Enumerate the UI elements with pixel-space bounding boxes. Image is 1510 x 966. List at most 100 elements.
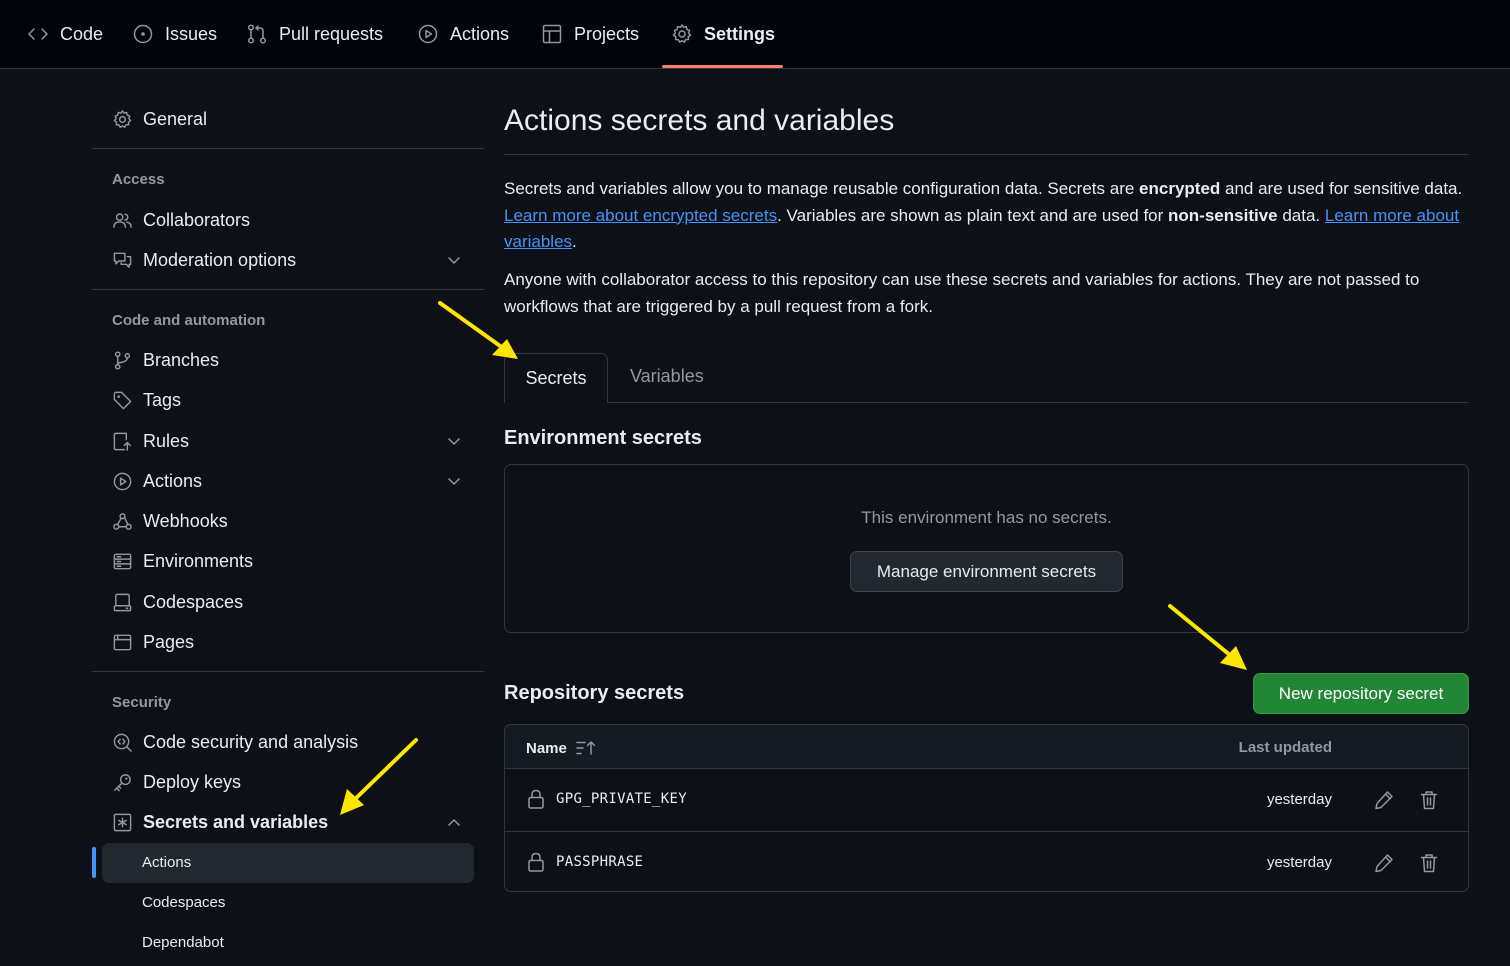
- sidebar-item-moderation-options[interactable]: Moderation options: [112, 246, 296, 274]
- key-asterisk-icon: [113, 813, 132, 831]
- sidebar-subitem-actions[interactable]: Actions: [142, 854, 191, 871]
- secret-name: PASSPHRASE: [556, 854, 644, 870]
- sidebar-section-security: Security: [112, 694, 172, 711]
- sidebar-item-label: Rules: [143, 430, 190, 451]
- lock-icon: [528, 852, 544, 872]
- intro-text: and are used for sensitive data.: [1220, 179, 1463, 198]
- comment-discussion-icon: [113, 252, 132, 268]
- table-header: Name Last updated: [505, 725, 1468, 769]
- intro-bold: non-sensitive: [1168, 205, 1278, 225]
- table-row: PASSPHRASE yesterday: [505, 831, 1468, 891]
- tab-settings[interactable]: Settings: [671, 0, 775, 68]
- learn-more-secrets-link[interactable]: Learn more about encrypted secrets: [504, 206, 777, 225]
- sidebar-subitem-codespaces[interactable]: Codespaces: [142, 894, 225, 911]
- pencil-icon[interactable]: [1373, 789, 1395, 811]
- sidebar-item-codespaces[interactable]: Codespaces: [112, 588, 243, 616]
- sidebar-item-code-security[interactable]: Code security and analysis: [112, 728, 358, 756]
- sidebar-item-label: Deploy keys: [143, 771, 242, 792]
- sidebar-item-label: Branches: [143, 349, 220, 370]
- manage-environment-secrets-button[interactable]: Manage environment secrets: [850, 551, 1123, 592]
- tab-issues[interactable]: Issues: [132, 0, 217, 68]
- repository-secrets-table: Name Last updated GPG_PRIVATE_KEY yester…: [504, 724, 1469, 892]
- code-icon: [28, 28, 48, 40]
- sidebar-item-environments[interactable]: Environments: [112, 547, 253, 575]
- sidebar-item-label: Moderation options: [143, 249, 297, 270]
- tab-code-label: Code: [60, 23, 104, 44]
- intro-bold: encrypted: [1139, 179, 1221, 198]
- issue-icon: [133, 24, 153, 44]
- sidebar-item-rules[interactable]: Rules: [112, 427, 189, 455]
- tab-pull-requests[interactable]: Pull requests: [246, 0, 383, 68]
- secret-name: GPG_PRIVATE_KEY: [556, 791, 687, 807]
- sidebar-item-label: Actions: [143, 470, 203, 491]
- sidebar-divider: [92, 289, 484, 290]
- tab-secrets-label: Secrets: [525, 368, 587, 388]
- sidebar-item-branches[interactable]: Branches: [112, 346, 219, 374]
- tab-settings-label: Settings: [704, 23, 776, 44]
- tag-icon: [113, 391, 132, 409]
- chevron-down-icon[interactable]: [446, 433, 462, 449]
- play-icon: [113, 472, 132, 490]
- sidebar-item-label: Tags: [143, 389, 182, 410]
- play-icon: [418, 24, 438, 44]
- sidebar-item-label: Pages: [143, 631, 195, 652]
- people-icon: [113, 212, 132, 228]
- pencil-icon[interactable]: [1373, 852, 1395, 874]
- repo-push-icon: [113, 432, 131, 451]
- new-repository-secret-button[interactable]: New repository secret: [1253, 673, 1469, 714]
- sidebar-item-general[interactable]: General: [112, 105, 207, 133]
- sidebar-item-label: Secrets and variables: [143, 811, 329, 832]
- trash-icon[interactable]: [1418, 852, 1440, 874]
- chevron-down-icon[interactable]: [446, 473, 462, 489]
- tab-code[interactable]: Code: [27, 0, 103, 68]
- sidebar-section-access: Access: [112, 171, 165, 188]
- sort-ascending-icon: [576, 741, 596, 755]
- sidebar-item-collaborators[interactable]: Collaborators: [112, 206, 250, 234]
- sidebar-section-code-automation: Code and automation: [112, 312, 266, 329]
- tab-secrets[interactable]: Secrets: [504, 353, 608, 403]
- gear-icon: [672, 24, 692, 43]
- webhook-icon: [113, 512, 132, 530]
- chevron-up-icon[interactable]: [446, 815, 462, 831]
- sidebar-item-deploy-keys[interactable]: Deploy keys: [112, 768, 241, 796]
- chevron-down-icon[interactable]: [446, 252, 462, 268]
- sidebar-item-label: Webhooks: [143, 510, 228, 531]
- tab-variables[interactable]: Variables: [630, 366, 704, 387]
- tab-projects[interactable]: Projects: [541, 0, 639, 68]
- sidebar-subitem-active-indicator: [92, 847, 96, 878]
- column-name-label: Name: [526, 739, 567, 757]
- environment-secrets-heading: Environment secrets: [504, 427, 702, 449]
- page-title: Actions secrets and variables: [504, 104, 895, 137]
- sidebar-item-webhooks[interactable]: Webhooks: [112, 507, 228, 535]
- column-name-header[interactable]: Name: [526, 739, 597, 757]
- tabs-baseline: [504, 402, 1468, 403]
- server-icon: [113, 553, 132, 569]
- tab-issues-label: Issues: [165, 23, 218, 44]
- key-icon: [114, 773, 131, 791]
- sidebar-divider: [92, 671, 484, 672]
- sidebar-item-pages[interactable]: Pages: [112, 628, 194, 656]
- tab-pull-requests-label: Pull requests: [279, 23, 384, 44]
- sidebar-item-secrets-and-variables[interactable]: Secrets and variables: [112, 808, 328, 836]
- sidebar-item-label: Environments: [143, 550, 254, 571]
- gear-icon: [113, 109, 132, 128]
- repository-secrets-heading: Repository secrets: [504, 682, 685, 704]
- trash-icon[interactable]: [1418, 789, 1440, 811]
- intro-text: Secrets and variables allow you to manag…: [504, 179, 1140, 198]
- sidebar-item-actions[interactable]: Actions: [112, 467, 202, 495]
- sidebar-item-tags[interactable]: Tags: [112, 386, 181, 414]
- sidebar-item-label: General: [143, 108, 208, 129]
- pull-request-icon: [247, 24, 267, 44]
- secret-last-updated: yesterday: [1266, 791, 1332, 808]
- tab-projects-label: Projects: [574, 23, 640, 44]
- sidebar-item-label: Codespaces: [143, 591, 244, 612]
- sidebar-item-label: Collaborators: [143, 209, 251, 230]
- collaborator-note: Anyone with collaborator access to this …: [504, 270, 1420, 316]
- column-last-updated-header: Last updated: [1238, 739, 1332, 756]
- table-row: GPG_PRIVATE_KEY yesterday: [505, 769, 1468, 831]
- sidebar-divider: [92, 148, 484, 149]
- sidebar-item-label: Code security and analysis: [143, 731, 359, 752]
- tab-actions[interactable]: Actions: [417, 0, 509, 68]
- sidebar-subitem-dependabot[interactable]: Dependabot: [142, 934, 224, 951]
- tab-actions-label: Actions: [450, 23, 510, 44]
